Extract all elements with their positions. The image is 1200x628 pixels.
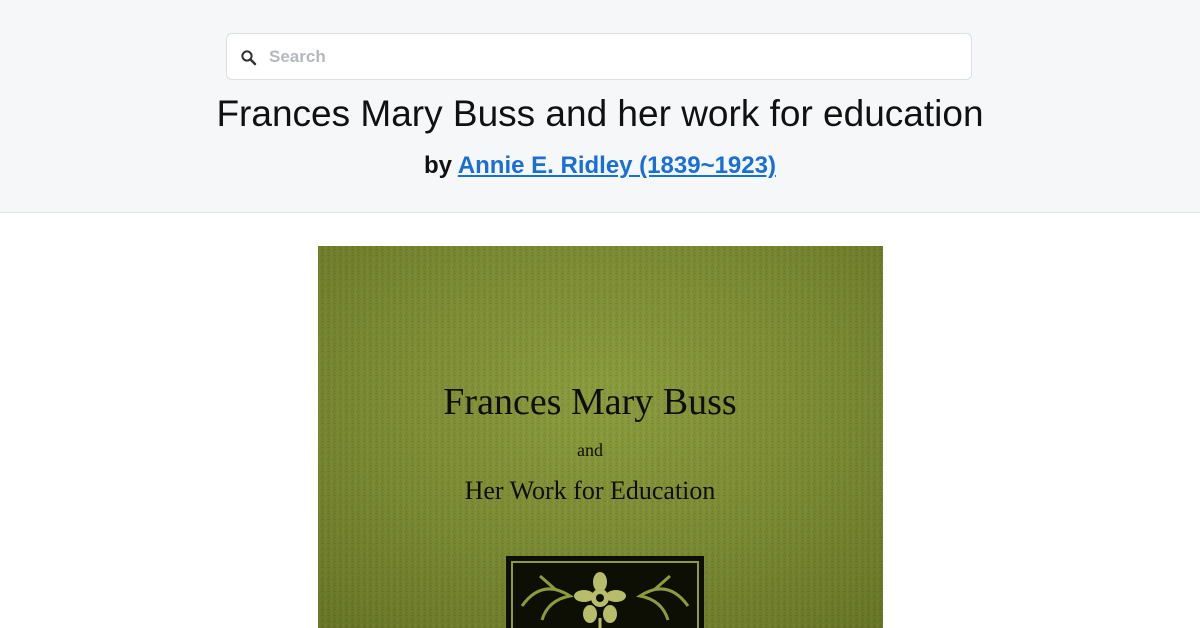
search-input[interactable] — [269, 42, 959, 72]
page-title: Frances Mary Buss and her work for educa… — [216, 93, 984, 134]
book-cover-image: Frances Mary Buss and Her Work for Educa… — [318, 246, 883, 628]
by-label: by — [424, 152, 453, 179]
cover-subtitle: Her Work for Education — [465, 476, 716, 505]
cover-title: Frances Mary Buss — [443, 381, 736, 423]
search-box[interactable] — [226, 33, 972, 80]
floral-emblem-icon — [506, 556, 704, 628]
search-icon — [240, 49, 258, 67]
byline: by Annie E. Ridley (1839~1923) — [0, 151, 1200, 181]
cover-and: and — [577, 440, 603, 460]
author-link[interactable]: Annie E. Ridley (1839~1923) — [458, 152, 776, 179]
page-header: Frances Mary Buss and her work for educa… — [0, 0, 1200, 213]
